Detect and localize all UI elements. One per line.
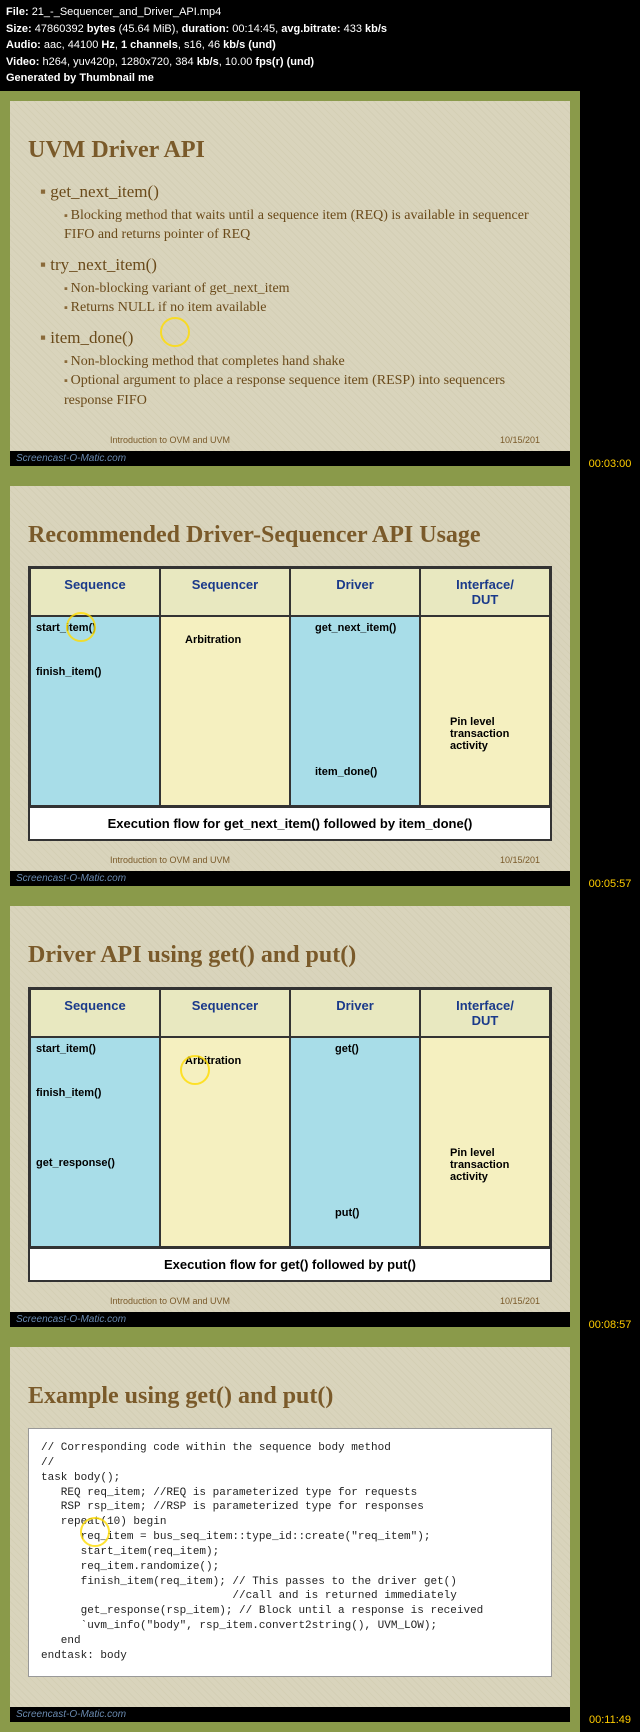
bytes-word: bytes	[87, 23, 116, 35]
label-put: put()	[335, 1207, 359, 1219]
timestamp-2: 00:05:57	[580, 476, 640, 896]
kbs2: kb/s	[223, 39, 245, 51]
slide-3: www.verificationexcellence.in Verificati…	[0, 896, 580, 1337]
slide-date: 10/15/201	[500, 855, 540, 865]
bullet-get-next-item: get_next_item()	[40, 182, 552, 202]
video-label: Video:	[6, 56, 39, 68]
sub-bullet: Non-blocking variant of get_next_item	[64, 279, 552, 299]
hz: Hz	[101, 39, 114, 51]
screencast-watermark: Screencast-O-Matic.com	[10, 451, 132, 466]
diagram-caption: Execution flow for get_next_item() follo…	[30, 806, 550, 839]
slide-3-title: Driver API using get() and put()	[28, 942, 552, 969]
diagram-col-sequence: Sequence	[30, 989, 160, 1037]
screencast-watermark: Screencast-O-Matic.com	[10, 1312, 132, 1327]
slide-4-title: Example using get() and put()	[28, 1383, 552, 1410]
file-name: 21_-_Sequencer_and_Driver_API.mp4	[32, 6, 222, 18]
slide-1-title: UVM Driver API	[28, 137, 552, 164]
label-arbitration: Arbitration	[185, 634, 241, 646]
diagram-col-sequencer: Sequencer	[160, 568, 290, 616]
screencast-watermark: Screencast-O-Matic.com	[10, 1707, 132, 1722]
slide-2-title: Recommended Driver-Sequencer API Usage	[28, 522, 552, 548]
label-item-done: item_done()	[315, 766, 377, 778]
slide-footer: Introduction to OVM and UVM	[110, 435, 230, 445]
sub-bullet: Blocking method that waits until a seque…	[64, 206, 552, 245]
bitrate: 433	[344, 23, 362, 35]
audio-rate: 44100	[68, 39, 99, 51]
video-res: 1280x720	[121, 56, 169, 68]
generated-by: Generated by Thumbnail me	[6, 72, 154, 84]
audio-s16: s16	[184, 39, 202, 51]
size-label: Size:	[6, 23, 32, 35]
cursor-highlight-icon	[160, 317, 190, 347]
label-start-item: start_item()	[36, 1043, 96, 1055]
bitrate-label: avg.bitrate:	[281, 23, 340, 35]
label-finish-item: finish_item()	[36, 1087, 101, 1099]
timestamp-3: 00:08:57	[580, 896, 640, 1337]
diagram-col-driver: Driver	[290, 989, 420, 1037]
audio-channels: 1 channels	[121, 39, 178, 51]
sequence-diagram: Sequence Sequencer Driver Interface/ DUT…	[28, 566, 552, 841]
code-example: // Corresponding code within the sequenc…	[28, 1428, 552, 1677]
diagram-col-interface: Interface/ DUT	[420, 989, 550, 1037]
audio-bitrate: 46	[208, 39, 220, 51]
label-get: get()	[335, 1043, 359, 1055]
label-finish-item: finish_item()	[36, 666, 101, 678]
cursor-highlight-icon	[66, 612, 96, 642]
sub-bullet: Non-blocking method that completes hand …	[64, 352, 552, 372]
duration-label: duration:	[182, 23, 230, 35]
kbs3: kb/s	[197, 56, 219, 68]
cursor-highlight-icon	[180, 1055, 210, 1085]
slide-4: www.verificationexcellence.in Verificati…	[0, 1337, 580, 1732]
video-codec: h264	[42, 56, 66, 68]
bullet-item-done: item_done()	[40, 328, 552, 348]
label-get-response: get_response()	[36, 1157, 115, 1169]
file-label: File:	[6, 6, 29, 18]
diagram-col-driver: Driver	[290, 568, 420, 616]
slide-date: 10/15/201	[500, 435, 540, 445]
duration: 00:14:45	[232, 23, 275, 35]
video-bitrate: 384	[175, 56, 193, 68]
video-pix: yuv420p	[73, 56, 115, 68]
timestamp-4: 00:11:49	[580, 1337, 640, 1732]
video-fps: 10.00	[225, 56, 253, 68]
slide-2: www.verificationexcellence.in Verificati…	[0, 476, 580, 896]
video-metadata-header: File: 21_-_Sequencer_and_Driver_API.mp4 …	[0, 0, 640, 91]
screencast-watermark: Screencast-O-Matic.com	[10, 871, 132, 886]
sub-bullet: Optional argument to place a response se…	[64, 371, 552, 410]
size-bytes: 47860392	[35, 23, 84, 35]
audio-label: Audio:	[6, 39, 41, 51]
label-get-next-item: get_next_item()	[315, 622, 396, 634]
und2: (und)	[287, 56, 314, 68]
diagram-col-sequence: Sequence	[30, 568, 160, 616]
slide-1-bullets: get_next_item() Blocking method that wai…	[28, 182, 552, 411]
diagram-caption: Execution flow for get() followed by put…	[30, 1247, 550, 1280]
slide-date: 10/15/201	[500, 1296, 540, 1306]
sequence-diagram: Sequence Sequencer Driver Interface/ DUT…	[28, 987, 552, 1282]
kbs: kb/s	[365, 23, 387, 35]
timestamp-1: 00:03:00	[580, 91, 640, 476]
sub-bullet: Returns NULL if no item available	[64, 298, 552, 318]
size-mib: (45.64 MiB)	[119, 23, 176, 35]
diagram-col-sequencer: Sequencer	[160, 989, 290, 1037]
fps-label: fps(r)	[255, 56, 283, 68]
label-pin-activity: Pin level transaction activity	[450, 716, 509, 752]
slide-1: www.verificationexcellence.in Verificati…	[0, 91, 580, 476]
slide-footer: Introduction to OVM and UVM	[110, 1296, 230, 1306]
bullet-try-next-item: try_next_item()	[40, 255, 552, 275]
und: (und)	[248, 39, 275, 51]
diagram-col-interface: Interface/ DUT	[420, 568, 550, 616]
label-pin-activity: Pin level transaction activity	[450, 1147, 509, 1183]
slide-footer: Introduction to OVM and UVM	[110, 855, 230, 865]
audio-codec: aac	[44, 39, 62, 51]
